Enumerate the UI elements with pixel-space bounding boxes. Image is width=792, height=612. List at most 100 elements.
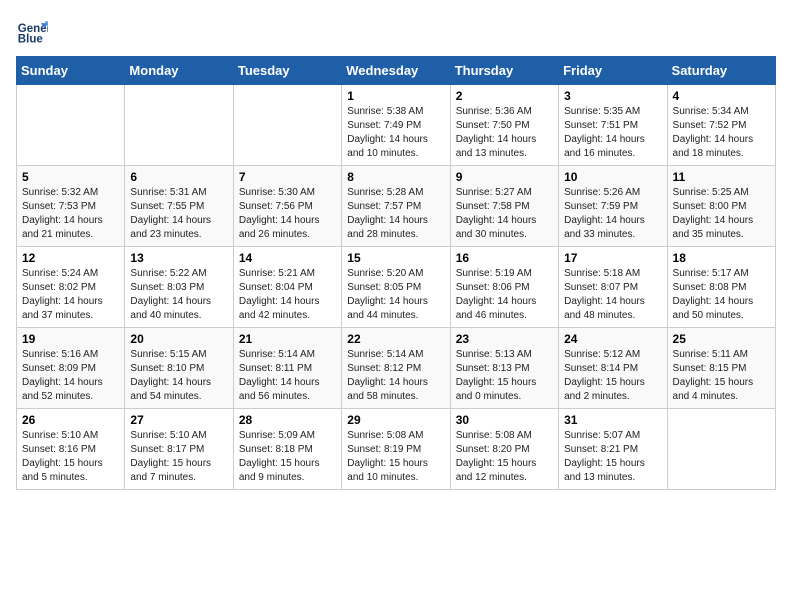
day-info: Sunrise: 5:11 AMSunset: 8:15 PMDaylight:…	[673, 348, 770, 404]
header-day-friday: Friday	[559, 57, 667, 85]
svg-text:Blue: Blue	[18, 34, 44, 46]
calendar-cell: 7 Sunrise: 5:30 AMSunset: 7:56 PMDaylight…	[233, 166, 341, 247]
day-info: Sunrise: 5:21 AMSunset: 8:04 PMDaylight:…	[239, 267, 336, 323]
day-info: Sunrise: 5:12 AMSunset: 8:14 PMDaylight:…	[564, 348, 661, 404]
day-number: 5	[22, 170, 119, 184]
calendar-cell: 26 Sunrise: 5:10 AMSunset: 8:16 PMDayligh…	[17, 409, 125, 490]
calendar-cell: 5 Sunrise: 5:32 AMSunset: 7:53 PMDaylight…	[17, 166, 125, 247]
header-day-saturday: Saturday	[667, 57, 775, 85]
calendar-cell: 3 Sunrise: 5:35 AMSunset: 7:51 PMDaylight…	[559, 85, 667, 166]
day-info: Sunrise: 5:10 AMSunset: 8:17 PMDaylight:…	[130, 429, 227, 485]
calendar-cell: 11 Sunrise: 5:25 AMSunset: 8:00 PMDayligh…	[667, 166, 775, 247]
page-header: General Blue	[16, 16, 776, 48]
calendar-cell: 1 Sunrise: 5:38 AMSunset: 7:49 PMDaylight…	[342, 85, 450, 166]
day-number: 30	[456, 413, 553, 427]
header-day-tuesday: Tuesday	[233, 57, 341, 85]
calendar-week-2: 5 Sunrise: 5:32 AMSunset: 7:53 PMDaylight…	[17, 166, 776, 247]
calendar-cell: 6 Sunrise: 5:31 AMSunset: 7:55 PMDaylight…	[125, 166, 233, 247]
logo-icon: General Blue	[16, 16, 48, 48]
day-info: Sunrise: 5:38 AMSunset: 7:49 PMDaylight:…	[347, 105, 444, 161]
day-number: 13	[130, 251, 227, 265]
calendar-cell	[125, 85, 233, 166]
day-number: 16	[456, 251, 553, 265]
day-number: 7	[239, 170, 336, 184]
day-info: Sunrise: 5:08 AMSunset: 8:20 PMDaylight:…	[456, 429, 553, 485]
day-info: Sunrise: 5:07 AMSunset: 8:21 PMDaylight:…	[564, 429, 661, 485]
day-info: Sunrise: 5:36 AMSunset: 7:50 PMDaylight:…	[456, 105, 553, 161]
calendar-week-3: 12Sunrise: 5:24 AMSunset: 8:02 PMDayligh…	[17, 247, 776, 328]
day-number: 14	[239, 251, 336, 265]
day-info: Sunrise: 5:18 AMSunset: 8:07 PMDaylight:…	[564, 267, 661, 323]
calendar-cell: 22 Sunrise: 5:14 AMSunset: 8:12 PMDayligh…	[342, 328, 450, 409]
calendar-cell: 8 Sunrise: 5:28 AMSunset: 7:57 PMDaylight…	[342, 166, 450, 247]
day-info: Sunrise: 5:19 AMSunset: 8:06 PMDaylight:…	[456, 267, 553, 323]
day-info: Sunrise: 5:17 AMSunset: 8:08 PMDaylight:…	[673, 267, 770, 323]
day-info: Sunrise: 5:20 AMSunset: 8:05 PMDaylight:…	[347, 267, 444, 323]
calendar-cell	[17, 85, 125, 166]
day-info: Sunrise: 5:15 AMSunset: 8:10 PMDaylight:…	[130, 348, 227, 404]
day-number: 26	[22, 413, 119, 427]
calendar-cell: 28Sunrise: 5:09 AMSunset: 8:18 PMDayligh…	[233, 409, 341, 490]
calendar-cell: 21Sunrise: 5:14 AMSunset: 8:11 PMDayligh…	[233, 328, 341, 409]
day-number: 10	[564, 170, 661, 184]
day-number: 8	[347, 170, 444, 184]
day-info: Sunrise: 5:13 AMSunset: 8:13 PMDaylight:…	[456, 348, 553, 404]
calendar-cell: 19Sunrise: 5:16 AMSunset: 8:09 PMDayligh…	[17, 328, 125, 409]
day-number: 22	[347, 332, 444, 346]
day-number: 3	[564, 89, 661, 103]
calendar-cell: 25 Sunrise: 5:11 AMSunset: 8:15 PMDayligh…	[667, 328, 775, 409]
calendar-table: SundayMondayTuesdayWednesdayThursdayFrid…	[16, 56, 776, 490]
day-info: Sunrise: 5:16 AMSunset: 8:09 PMDaylight:…	[22, 348, 119, 404]
calendar-cell: 2 Sunrise: 5:36 AMSunset: 7:50 PMDaylight…	[450, 85, 558, 166]
day-info: Sunrise: 5:14 AMSunset: 8:12 PMDaylight:…	[347, 348, 444, 404]
calendar-cell	[667, 409, 775, 490]
day-number: 25	[673, 332, 770, 346]
header-day-monday: Monday	[125, 57, 233, 85]
day-info: Sunrise: 5:30 AMSunset: 7:56 PMDaylight:…	[239, 186, 336, 242]
calendar-cell: 12Sunrise: 5:24 AMSunset: 8:02 PMDayligh…	[17, 247, 125, 328]
day-info: Sunrise: 5:09 AMSunset: 8:18 PMDaylight:…	[239, 429, 336, 485]
calendar-week-5: 26 Sunrise: 5:10 AMSunset: 8:16 PMDayligh…	[17, 409, 776, 490]
day-info: Sunrise: 5:14 AMSunset: 8:11 PMDaylight:…	[239, 348, 336, 404]
day-number: 24	[564, 332, 661, 346]
calendar-header-row: SundayMondayTuesdayWednesdayThursdayFrid…	[17, 57, 776, 85]
day-number: 20	[130, 332, 227, 346]
day-info: Sunrise: 5:10 AMSunset: 8:16 PMDaylight:…	[22, 429, 119, 485]
day-info: Sunrise: 5:08 AMSunset: 8:19 PMDaylight:…	[347, 429, 444, 485]
calendar-cell: 29 Sunrise: 5:08 AMSunset: 8:19 PMDayligh…	[342, 409, 450, 490]
day-info: Sunrise: 5:25 AMSunset: 8:00 PMDaylight:…	[673, 186, 770, 242]
day-info: Sunrise: 5:34 AMSunset: 7:52 PMDaylight:…	[673, 105, 770, 161]
day-number: 4	[673, 89, 770, 103]
calendar-cell: 30 Sunrise: 5:08 AMSunset: 8:20 PMDayligh…	[450, 409, 558, 490]
calendar-cell: 16 Sunrise: 5:19 AMSunset: 8:06 PMDayligh…	[450, 247, 558, 328]
header-day-sunday: Sunday	[17, 57, 125, 85]
calendar-cell: 14 Sunrise: 5:21 AMSunset: 8:04 PMDayligh…	[233, 247, 341, 328]
day-number: 1	[347, 89, 444, 103]
day-number: 2	[456, 89, 553, 103]
day-info: Sunrise: 5:32 AMSunset: 7:53 PMDaylight:…	[22, 186, 119, 242]
day-number: 9	[456, 170, 553, 184]
calendar-cell: 10 Sunrise: 5:26 AMSunset: 7:59 PMDayligh…	[559, 166, 667, 247]
calendar-cell: 18Sunrise: 5:17 AMSunset: 8:08 PMDayligh…	[667, 247, 775, 328]
day-info: Sunrise: 5:28 AMSunset: 7:57 PMDaylight:…	[347, 186, 444, 242]
calendar-cell: 15 Sunrise: 5:20 AMSunset: 8:05 PMDayligh…	[342, 247, 450, 328]
day-number: 23	[456, 332, 553, 346]
day-info: Sunrise: 5:35 AMSunset: 7:51 PMDaylight:…	[564, 105, 661, 161]
day-info: Sunrise: 5:27 AMSunset: 7:58 PMDaylight:…	[456, 186, 553, 242]
day-info: Sunrise: 5:26 AMSunset: 7:59 PMDaylight:…	[564, 186, 661, 242]
calendar-cell	[233, 85, 341, 166]
calendar-cell: 20 Sunrise: 5:15 AMSunset: 8:10 PMDayligh…	[125, 328, 233, 409]
calendar-cell: 27Sunrise: 5:10 AMSunset: 8:17 PMDayligh…	[125, 409, 233, 490]
day-number: 17	[564, 251, 661, 265]
header-day-wednesday: Wednesday	[342, 57, 450, 85]
day-number: 15	[347, 251, 444, 265]
calendar-cell: 31Sunrise: 5:07 AMSunset: 8:21 PMDayligh…	[559, 409, 667, 490]
calendar-cell: 4 Sunrise: 5:34 AMSunset: 7:52 PMDaylight…	[667, 85, 775, 166]
day-number: 11	[673, 170, 770, 184]
logo: General Blue	[16, 16, 48, 48]
day-info: Sunrise: 5:24 AMSunset: 8:02 PMDaylight:…	[22, 267, 119, 323]
calendar-week-4: 19Sunrise: 5:16 AMSunset: 8:09 PMDayligh…	[17, 328, 776, 409]
day-number: 29	[347, 413, 444, 427]
day-number: 6	[130, 170, 227, 184]
day-info: Sunrise: 5:31 AMSunset: 7:55 PMDaylight:…	[130, 186, 227, 242]
